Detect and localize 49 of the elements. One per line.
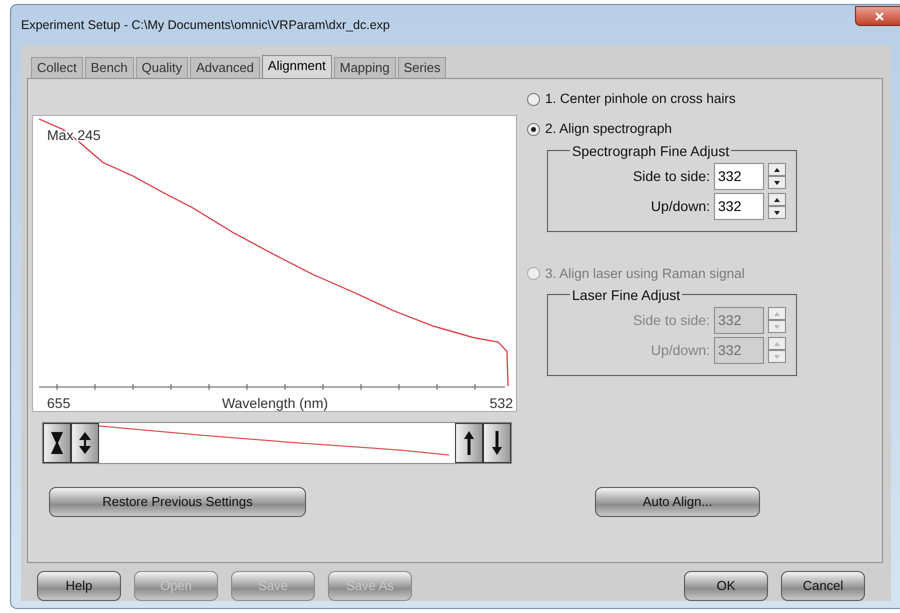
restore-button[interactable]: Restore Previous Settings [49, 487, 306, 517]
radio-option: 3. Align laser using Raman signal [527, 264, 797, 284]
close-button[interactable] [855, 6, 900, 26]
field-label: Side to side: [632, 166, 710, 186]
axis-title: Wavelength (nm) [222, 395, 328, 411]
scale-up-button[interactable] [455, 423, 483, 463]
down-triangle-icon [773, 324, 781, 330]
field-label: Up/down: [650, 340, 710, 360]
footer-button[interactable]: Cancel [781, 571, 865, 601]
window-title: Experiment Setup - C:\My Documents\omnic\VRParam\dxr_dc.exp [21, 16, 390, 34]
radio-option[interactable]: 1. Center pinhole on cross hairs [527, 89, 797, 110]
number-field[interactable]: 332 [714, 162, 764, 190]
hourglass-icon [50, 431, 64, 455]
auto-align-button[interactable]: Auto Align... [595, 487, 760, 517]
up-triangle-icon [773, 196, 781, 202]
axis-tick-label: 532 [490, 395, 513, 411]
number-field[interactable]: 332 [714, 192, 764, 220]
tab[interactable]: Alignment [262, 55, 332, 78]
spin-down-button[interactable] [768, 176, 786, 189]
max-label: Max 245 [47, 127, 101, 143]
close-icon [874, 12, 884, 20]
tab[interactable]: Series [398, 57, 446, 78]
overview-strip[interactable] [42, 422, 512, 464]
spin-up-button[interactable] [768, 163, 786, 176]
scale-down-button[interactable] [483, 423, 511, 463]
down-arrow-icon [491, 430, 503, 456]
up-arrow-icon [463, 430, 475, 456]
down-triangle-icon [773, 354, 781, 360]
up-triangle-icon [773, 166, 781, 172]
footer-button[interactable]: Help [37, 571, 121, 601]
down-triangle-icon [773, 210, 781, 216]
up-triangle-icon [773, 340, 781, 347]
down-triangle-icon [773, 180, 781, 186]
tab[interactable]: Bench [84, 57, 134, 78]
expand-button[interactable] [71, 423, 99, 463]
zoom-out-button[interactable] [43, 423, 71, 463]
tab[interactable]: Advanced [190, 57, 260, 78]
field-label: Side to side: [632, 310, 710, 330]
tab[interactable]: Quality [136, 57, 188, 78]
footer-button[interactable]: OK [684, 571, 768, 601]
up-down-arrow-icon [78, 431, 92, 455]
field-label: Up/down: [650, 196, 710, 216]
tab[interactable]: Collect [31, 57, 83, 78]
up-triangle-icon [773, 310, 781, 317]
spin-up-button[interactable] [768, 193, 786, 206]
tab[interactable]: Mapping [334, 57, 396, 78]
axis-tick-label: 655 [47, 395, 70, 411]
spin-down-button[interactable] [768, 206, 786, 219]
radio-option[interactable]: 2. Align spectrograph [527, 119, 797, 140]
